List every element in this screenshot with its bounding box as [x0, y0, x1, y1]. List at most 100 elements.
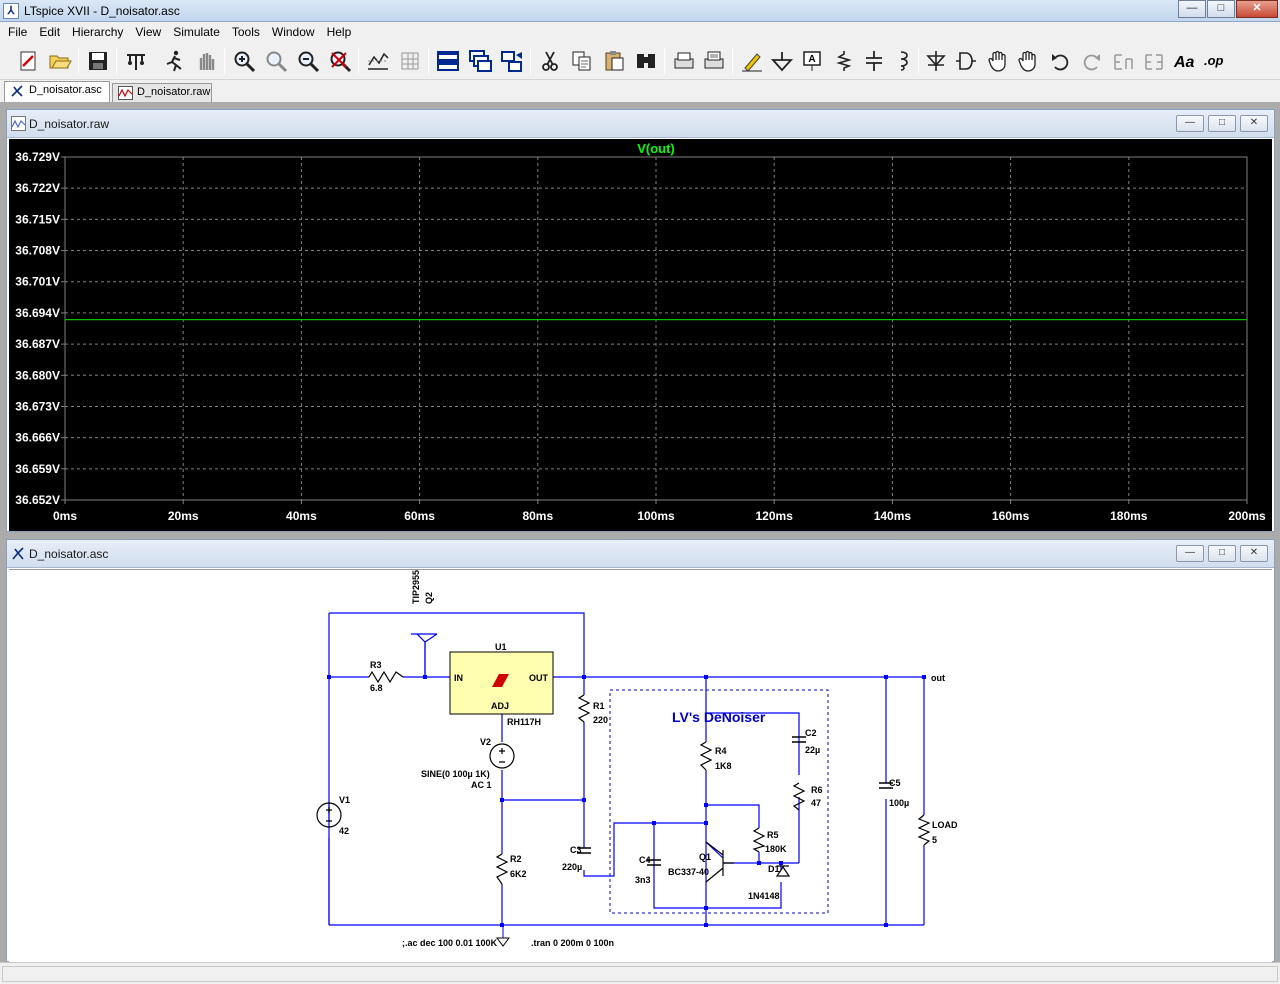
x-tick-label: 40ms [286, 509, 317, 523]
wires [328, 612, 925, 926]
junctions [327, 675, 926, 927]
schematic-window-titlebar[interactable]: D_noisator.asc — □ ✕ [7, 540, 1274, 568]
draw-wire-icon[interactable] [738, 47, 766, 75]
schematic-drawing[interactable]: IN OUT ADJ LV's DeNoiser TIP2955 Q2 R3 6… [9, 570, 1272, 964]
q2-ref: Q2 [424, 592, 434, 604]
waveform-maximize-button[interactable]: □ [1208, 115, 1236, 132]
menu-window[interactable]: Window [266, 22, 321, 42]
maximize-button[interactable]: □ [1207, 0, 1235, 18]
text-icon[interactable]: Aa [1170, 47, 1198, 75]
waveform-close-button[interactable]: ✕ [1240, 115, 1268, 132]
y-tick-label: 36.694V [15, 306, 60, 320]
x-tick-label: 60ms [404, 509, 435, 523]
rotate-icon[interactable] [1110, 47, 1138, 75]
menu-file[interactable]: File [2, 22, 33, 42]
mirror-icon[interactable] [1140, 47, 1168, 75]
save-icon[interactable] [84, 47, 112, 75]
load-value: 5 [932, 835, 937, 845]
ground-symbol [496, 937, 510, 947]
open-icon[interactable] [46, 47, 74, 75]
u1-pin-adj: ADJ [491, 701, 509, 711]
denoiser-title: LV's DeNoiser [672, 709, 766, 725]
tab-waveform[interactable]: D_noisator.raw [112, 83, 212, 102]
print-setup-icon[interactable] [670, 47, 698, 75]
q1-ref: Q1 [699, 852, 711, 862]
c4-ref: C4 [639, 855, 651, 865]
tile-horizontal-icon[interactable] [434, 47, 462, 75]
schematic-canvas[interactable]: IN OUT ADJ LV's DeNoiser TIP2955 Q2 R3 6… [9, 569, 1272, 963]
cut-icon[interactable] [536, 47, 564, 75]
voltage-plot[interactable]: 0ms 20ms 40ms 60ms 80ms 100ms 120ms 140ms 160ms 1… [9, 139, 1272, 531]
waveform-window-title: D_noisator.raw [29, 117, 110, 131]
v2-ref: V2 [480, 737, 491, 747]
c2-value: 22µ [805, 745, 820, 755]
label-net-icon[interactable]: A [798, 47, 826, 75]
component-icon[interactable] [952, 47, 980, 75]
u1-ref: U1 [495, 642, 507, 652]
r3-value: 6.8 [370, 683, 383, 693]
waveform-minimize-button[interactable]: — [1176, 115, 1204, 132]
copy-icon[interactable] [568, 47, 596, 75]
y-tick-label: 36.652V [15, 493, 60, 507]
paste-icon[interactable] [600, 47, 628, 75]
undo-icon[interactable] [1046, 47, 1074, 75]
autorange-icon[interactable] [364, 47, 392, 75]
c2-ref: C2 [805, 728, 817, 738]
move-icon[interactable] [984, 47, 1012, 75]
svg-text:Aa: Aa [1173, 54, 1195, 71]
capacitor-symbols [577, 736, 893, 866]
zoom-out-icon[interactable] [294, 47, 322, 75]
diode-icon[interactable] [922, 47, 950, 75]
waveform-window-titlebar[interactable]: D_noisator.raw — □ ✕ [7, 110, 1274, 138]
resistor-icon[interactable] [830, 47, 858, 75]
menu-hierarchy[interactable]: Hierarchy [66, 22, 129, 42]
schematic-maximize-button[interactable]: □ [1208, 545, 1236, 562]
zoom-pan-icon[interactable] [262, 47, 290, 75]
x-tick-label: 200ms [1228, 509, 1266, 523]
svg-text:.op: .op [1204, 53, 1224, 68]
spice-directive-icon[interactable]: .op [1200, 47, 1228, 75]
x-tick-label: 20ms [168, 509, 199, 523]
menu-simulate[interactable]: Simulate [167, 22, 226, 42]
c3-value: 220µ [562, 862, 582, 872]
r2-ref: R2 [510, 854, 522, 864]
y-tick-label: 36.666V [15, 431, 60, 445]
y-tick-label: 36.715V [15, 212, 60, 226]
ground-icon[interactable] [768, 47, 796, 75]
inductor-icon[interactable] [890, 47, 918, 75]
find-icon[interactable] [632, 47, 660, 75]
menu-tools[interactable]: Tools [226, 22, 266, 42]
q2-value: TIP2955 [411, 570, 421, 604]
redo-icon[interactable] [1078, 47, 1106, 75]
capacitor-icon[interactable] [860, 47, 888, 75]
waveform-window: D_noisator.raw — □ ✕ 0ms 20ms 40ms 60ms 80ms… [6, 109, 1275, 532]
close-button[interactable]: ✕ [1236, 0, 1278, 18]
new-schematic-icon[interactable] [14, 47, 42, 75]
d1-ref: D1 [768, 864, 780, 874]
tab-schematic[interactable]: D_noisator.asc [4, 81, 110, 102]
halt-icon[interactable] [192, 47, 220, 75]
control-panel-icon[interactable] [122, 47, 150, 75]
drag-icon[interactable] [1014, 47, 1042, 75]
y-tick-label: 36.701V [15, 275, 60, 289]
menu-view[interactable]: View [129, 22, 167, 42]
plot-pane[interactable]: 0ms 20ms 40ms 60ms 80ms 100ms 120ms 140ms 160ms 1… [9, 139, 1272, 531]
zoom-in-icon[interactable] [230, 47, 258, 75]
ltspice-app-icon: ⅄ [3, 3, 19, 19]
schematic-close-button[interactable]: ✕ [1240, 545, 1268, 562]
cascade-icon[interactable] [466, 47, 494, 75]
status-bar [0, 962, 1280, 984]
print-icon[interactable] [700, 47, 728, 75]
zoom-fit-icon[interactable] [326, 47, 354, 75]
y-tick-label: 36.722V [15, 181, 60, 195]
schematic-minimize-button[interactable]: — [1176, 545, 1204, 562]
x-tick-label: 120ms [756, 509, 794, 523]
r5-value: 180K [765, 844, 787, 854]
run-icon[interactable] [160, 47, 188, 75]
menu-edit[interactable]: Edit [33, 22, 66, 42]
tile-vertical-icon[interactable] [498, 47, 526, 75]
r5-ref: R5 [767, 830, 779, 840]
grid-icon[interactable] [396, 47, 424, 75]
menu-help[interactable]: Help [321, 22, 358, 42]
minimize-button[interactable]: — [1178, 0, 1206, 18]
